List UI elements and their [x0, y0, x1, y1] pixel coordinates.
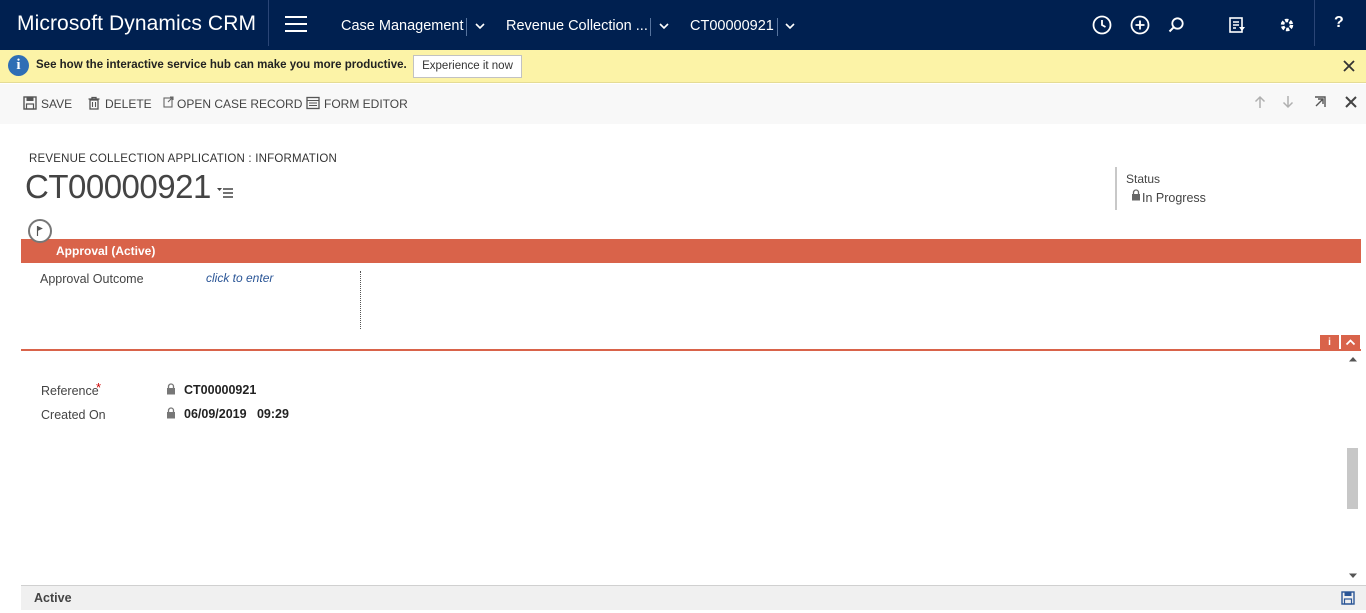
entity-name: REVENUE COLLECTION APPLICATION : INFORMA… [29, 153, 338, 165]
chevron-down-icon[interactable] [474, 20, 486, 32]
approval-outcome-label: Approval Outcome [40, 272, 144, 286]
save-icon[interactable] [1341, 591, 1355, 605]
nav-item-case-management[interactable]: Case Management [341, 18, 464, 34]
open-case-record-button[interactable]: OPEN CASE RECORD [177, 97, 302, 111]
stage-divider [360, 271, 361, 329]
reference-value: CT00000921 [184, 383, 257, 397]
search-icon[interactable] [1165, 14, 1187, 36]
form-selector-icon[interactable] [216, 185, 234, 199]
scroll-down-icon[interactable] [1348, 572, 1358, 580]
chevron-down-icon[interactable] [784, 20, 796, 32]
save-icon [23, 96, 37, 110]
notification-message: See how the interactive service hub can … [36, 59, 407, 71]
nav-divider [1314, 0, 1315, 46]
trash-icon [88, 96, 100, 110]
status-divider [1115, 167, 1117, 210]
advanced-find-icon[interactable] [1226, 14, 1248, 36]
approval-outcome-input[interactable]: click to enter [206, 271, 273, 285]
arrow-up-icon[interactable] [1253, 95, 1267, 109]
close-icon[interactable] [1342, 59, 1356, 73]
nav-item-revenue-collection[interactable]: Revenue Collection ... [506, 18, 648, 34]
gear-icon[interactable] [1276, 14, 1298, 36]
arrow-down-icon[interactable] [1281, 95, 1295, 109]
notification-bar: i See how the interactive service hub ca… [0, 50, 1366, 83]
reference-label: Reference [41, 384, 99, 398]
lock-icon [1132, 189, 1140, 201]
nav-divider [268, 0, 269, 46]
stage-label: Approval (Active) [56, 244, 156, 258]
process-info-button[interactable]: i [1320, 335, 1339, 350]
status-value: In Progress [1142, 191, 1206, 205]
nav-item-record[interactable]: CT00000921 [690, 18, 774, 34]
app-title[interactable]: Microsoft Dynamics CRM [17, 12, 256, 36]
hamburger-menu-icon[interactable] [285, 16, 307, 32]
created-on-value: 06/09/2019 09:29 [184, 407, 289, 421]
process-bottom-border [21, 349, 1361, 351]
recent-clock-icon[interactable] [1091, 14, 1113, 36]
scrollbar-thumb[interactable] [1347, 448, 1358, 509]
nav-divider [650, 18, 651, 36]
lock-icon [167, 383, 175, 395]
form-editor-icon [306, 96, 320, 110]
footer-status: Active [34, 591, 72, 605]
top-navigation-bar: Microsoft Dynamics CRM Case Management R… [0, 0, 1366, 50]
status-label: Status [1126, 172, 1161, 186]
nav-divider [466, 18, 467, 36]
created-on-label: Created On [41, 408, 106, 422]
pop-out-icon[interactable] [1313, 95, 1327, 109]
open-record-icon [163, 96, 174, 108]
form-editor-button[interactable]: FORM EDITOR [324, 97, 408, 111]
status-footer: Active [21, 585, 1366, 610]
scroll-up-icon[interactable] [1348, 355, 1358, 363]
delete-button[interactable]: DELETE [105, 97, 152, 111]
experience-it-now-button[interactable]: Experience it now [413, 55, 522, 78]
process-stage-bar[interactable]: Approval (Active) [21, 239, 1361, 263]
nav-divider [777, 18, 778, 36]
collapse-process-icon[interactable] [1341, 335, 1360, 350]
close-record-icon[interactable] [1344, 95, 1358, 109]
command-bar: SAVE DELETE OPEN CASE RECORD FORM EDITOR [0, 84, 1366, 124]
process-flag-icon[interactable] [28, 219, 52, 243]
chevron-down-icon[interactable] [658, 20, 670, 32]
help-button[interactable]: ? [1334, 14, 1344, 32]
required-indicator: * [96, 380, 102, 395]
lock-icon [167, 407, 175, 419]
create-plus-icon[interactable] [1129, 14, 1151, 36]
info-icon: i [8, 55, 29, 76]
save-button[interactable]: SAVE [41, 97, 72, 111]
record-title: CT00000921 [25, 168, 211, 205]
